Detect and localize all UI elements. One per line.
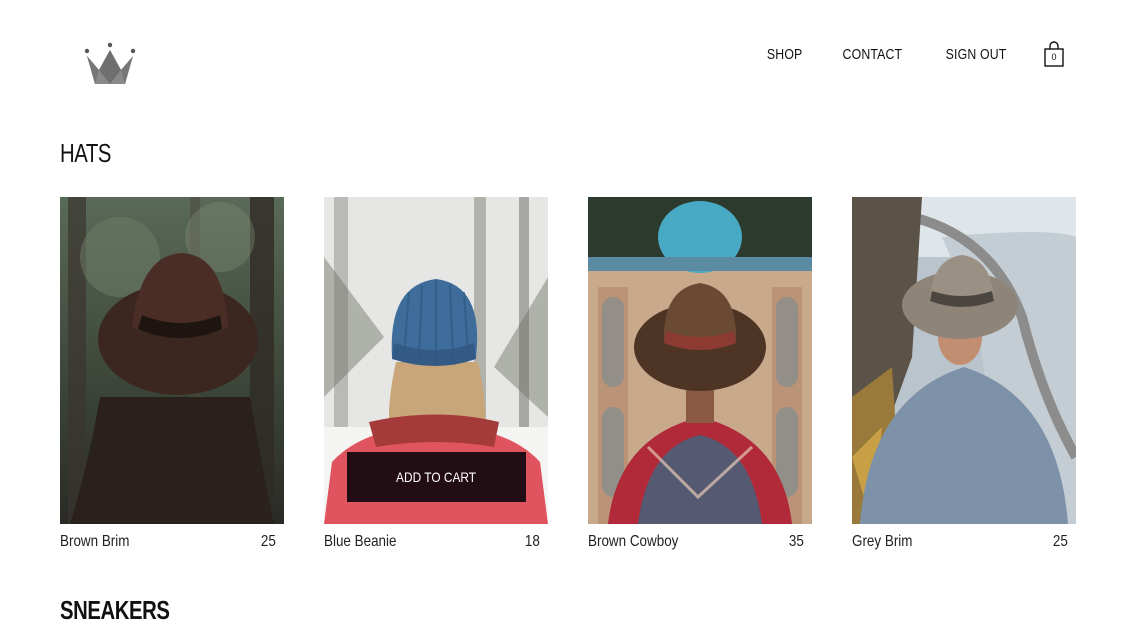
product-image-brown-brim[interactable] bbox=[60, 197, 284, 524]
product-name: Brown Brim bbox=[60, 533, 130, 550]
product-card: ADD TO CART Blue Beanie 18 bbox=[324, 197, 548, 551]
product-price: 25 bbox=[1053, 533, 1068, 550]
product-name: Blue Beanie bbox=[324, 533, 397, 550]
section-title-hats[interactable]: HATS bbox=[60, 138, 111, 169]
product-image-grey-brim[interactable] bbox=[852, 197, 1076, 524]
product-footer: Brown Brim 25 bbox=[60, 533, 284, 551]
product-footer: Grey Brim 25 bbox=[852, 533, 1076, 551]
nav-shop-link[interactable]: SHOP bbox=[767, 46, 803, 63]
product-price: 18 bbox=[525, 533, 540, 550]
product-price: 25 bbox=[261, 533, 276, 550]
header: SHOP CONTACT SIGN OUT 0 bbox=[0, 0, 1137, 110]
main-nav: SHOP CONTACT SIGN OUT 0 bbox=[763, 40, 1065, 68]
product-card: Brown Cowboy 35 bbox=[588, 197, 812, 551]
product-card: Brown Brim 25 bbox=[60, 197, 284, 551]
cart-count: 0 bbox=[1051, 52, 1057, 62]
product-name: Grey Brim bbox=[852, 533, 913, 550]
product-image-brown-cowboy[interactable] bbox=[588, 197, 812, 524]
product-footer: Brown Cowboy 35 bbox=[588, 533, 812, 551]
nav-sign-out-link[interactable]: SIGN OUT bbox=[946, 46, 1007, 63]
nav-contact-link[interactable]: CONTACT bbox=[843, 46, 903, 63]
cart-button[interactable]: 0 bbox=[1043, 40, 1065, 68]
product-image-blue-beanie[interactable]: ADD TO CART bbox=[324, 197, 548, 524]
product-footer: Blue Beanie 18 bbox=[324, 533, 548, 551]
add-to-cart-button[interactable]: ADD TO CART bbox=[347, 452, 526, 502]
section-title-sneakers[interactable]: SNEAKERS bbox=[60, 595, 170, 626]
product-card: Grey Brim 25 bbox=[852, 197, 1076, 551]
product-name: Brown Cowboy bbox=[588, 533, 679, 550]
product-grid: Brown Brim 25 ADD TO CART Blue Beanie 18… bbox=[60, 197, 1077, 551]
crown-icon[interactable] bbox=[84, 42, 136, 88]
product-price: 35 bbox=[789, 533, 804, 550]
